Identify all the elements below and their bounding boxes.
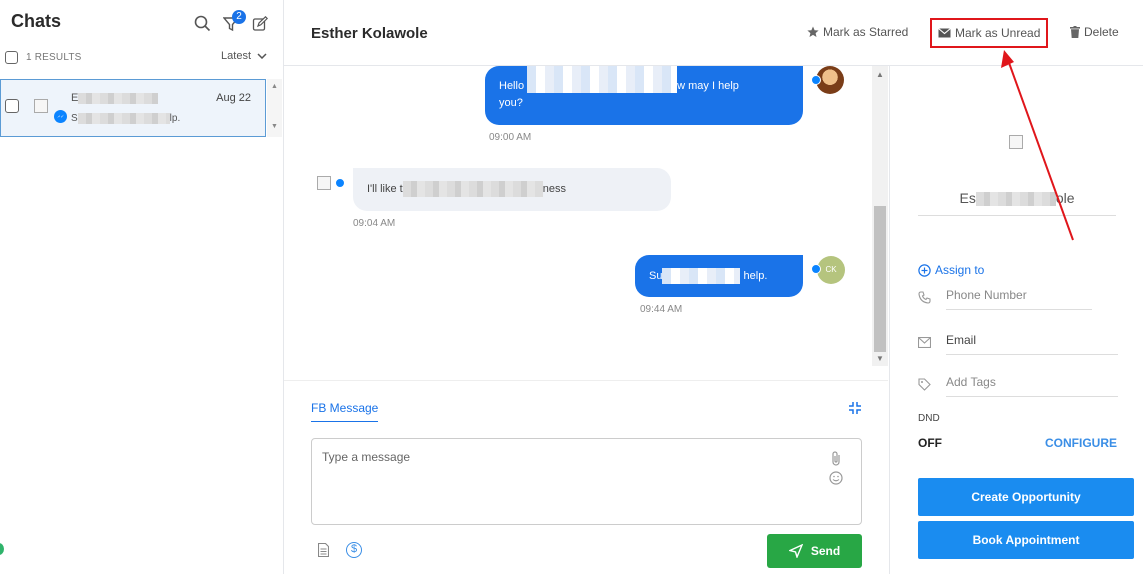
messenger-icon xyxy=(335,178,345,188)
star-icon xyxy=(807,26,819,37)
tags-field: Add Tags xyxy=(918,375,1118,397)
messenger-icon xyxy=(811,264,821,274)
conversation-panel: Esther Kolawole Mark as Starred Mark as … xyxy=(284,0,1143,574)
book-appointment-button[interactable]: Book Appointment xyxy=(918,521,1134,559)
results-row: 1 RESULTS Latest xyxy=(5,48,273,66)
phone-icon xyxy=(918,291,932,307)
smile-icon[interactable] xyxy=(829,471,843,488)
chats-title: Chats xyxy=(11,11,62,31)
sort-dropdown[interactable]: Latest xyxy=(221,50,267,62)
plus-circle-icon xyxy=(918,263,931,277)
message-placeholder: Type a message xyxy=(322,450,411,464)
filter-count-badge: 2 xyxy=(232,10,246,24)
collapse-icon[interactable] xyxy=(848,401,862,418)
conversation-header: Esther Kolawole Mark as Starred Mark as … xyxy=(284,0,1143,66)
dollar-icon[interactable]: $ xyxy=(346,542,362,558)
assign-to-label: Assign to xyxy=(935,263,985,277)
email-field: Email xyxy=(917,333,1118,355)
contact-avatar xyxy=(317,176,331,190)
assign-to-button[interactable]: Assign to xyxy=(918,263,984,277)
chat-app: Chats 2 1 RESULTS Latest E Aug 22 S lp. … xyxy=(0,0,1143,574)
chat-item-preview: Slp. xyxy=(71,113,181,125)
compose-icon[interactable] xyxy=(251,15,269,33)
scrollbar-thumb[interactable] xyxy=(874,206,886,352)
send-button[interactable]: Send xyxy=(767,534,862,568)
chat-item-checkbox[interactable] xyxy=(5,99,19,113)
message-time: 09:04 AM xyxy=(353,218,396,229)
tags-input[interactable]: Add Tags xyxy=(946,375,1118,397)
select-all-checkbox[interactable] xyxy=(5,50,18,64)
message-input[interactable]: Type a message xyxy=(311,438,862,525)
contact-profile-image xyxy=(1009,135,1023,149)
dnd-value: OFF xyxy=(918,436,942,450)
delete-label: Delete xyxy=(1084,25,1119,39)
sort-label: Latest xyxy=(221,50,251,62)
dnd-label: DND xyxy=(918,413,940,424)
message-time: 09:44 AM xyxy=(640,304,683,315)
message-bubble-outgoing: Hello w may I help you? xyxy=(485,66,803,125)
send-icon xyxy=(788,544,803,558)
search-icon[interactable] xyxy=(193,14,211,32)
trash-icon xyxy=(1070,26,1080,38)
tag-icon xyxy=(918,378,932,394)
delete-button[interactable]: Delete xyxy=(1070,25,1119,39)
message-bubble-incoming: I'll like t ness xyxy=(353,168,671,211)
message-thread: Hello w may I help you? 09:00 AM I'll li… xyxy=(284,66,888,380)
mark-starred-button[interactable]: Mark as Starred xyxy=(807,25,908,39)
tab-fb-message[interactable]: FB Message xyxy=(311,401,379,422)
chat-list-panel: Chats 2 1 RESULTS Latest E Aug 22 S lp. … xyxy=(0,0,284,574)
chevron-down-icon xyxy=(257,53,267,59)
mark-unread-button[interactable]: Mark as Unread xyxy=(930,18,1049,48)
send-label: Send xyxy=(810,544,841,558)
contact-avatar xyxy=(34,99,48,113)
status-indicator xyxy=(0,543,4,555)
messenger-icon xyxy=(811,75,821,85)
paperclip-icon[interactable] xyxy=(831,451,841,470)
mark-starred-label: Mark as Starred xyxy=(823,25,909,39)
phone-input[interactable]: Phone Number xyxy=(946,288,1092,310)
envelope-icon xyxy=(938,28,951,38)
email-input[interactable]: Email xyxy=(946,333,1118,355)
contact-detail-name: Es ole xyxy=(918,190,1116,216)
chat-item-date: Aug 22 xyxy=(216,92,251,104)
messenger-icon xyxy=(54,110,67,123)
contact-details-panel: Es ole Assign to Phone Number Email Add T… xyxy=(889,66,1143,574)
configure-button[interactable]: CONFIGURE xyxy=(1045,436,1117,450)
message-scrollbar[interactable]: ▲ ▼ xyxy=(872,66,888,366)
create-opportunity-button[interactable]: Create Opportunity xyxy=(918,478,1134,516)
mark-unread-label: Mark as Unread xyxy=(955,26,1041,40)
contact-name: Esther Kolawole xyxy=(311,25,428,42)
phone-field: Phone Number xyxy=(918,288,1092,310)
message-bubble-outgoing: Su help. xyxy=(635,255,803,297)
mail-icon xyxy=(917,336,932,351)
agent-initials-avatar: CK xyxy=(817,256,845,284)
message-composer: FB Message Type a message $ Send xyxy=(284,380,888,574)
chat-item-name: E xyxy=(71,92,159,104)
chat-list-item[interactable]: E Aug 22 Slp. xyxy=(0,79,266,137)
message-time: 09:00 AM xyxy=(489,132,532,143)
results-count: 1 RESULTS xyxy=(26,51,82,63)
document-icon[interactable] xyxy=(317,542,330,560)
chat-list-scrollbar[interactable]: ▲ ▼ xyxy=(267,79,282,137)
